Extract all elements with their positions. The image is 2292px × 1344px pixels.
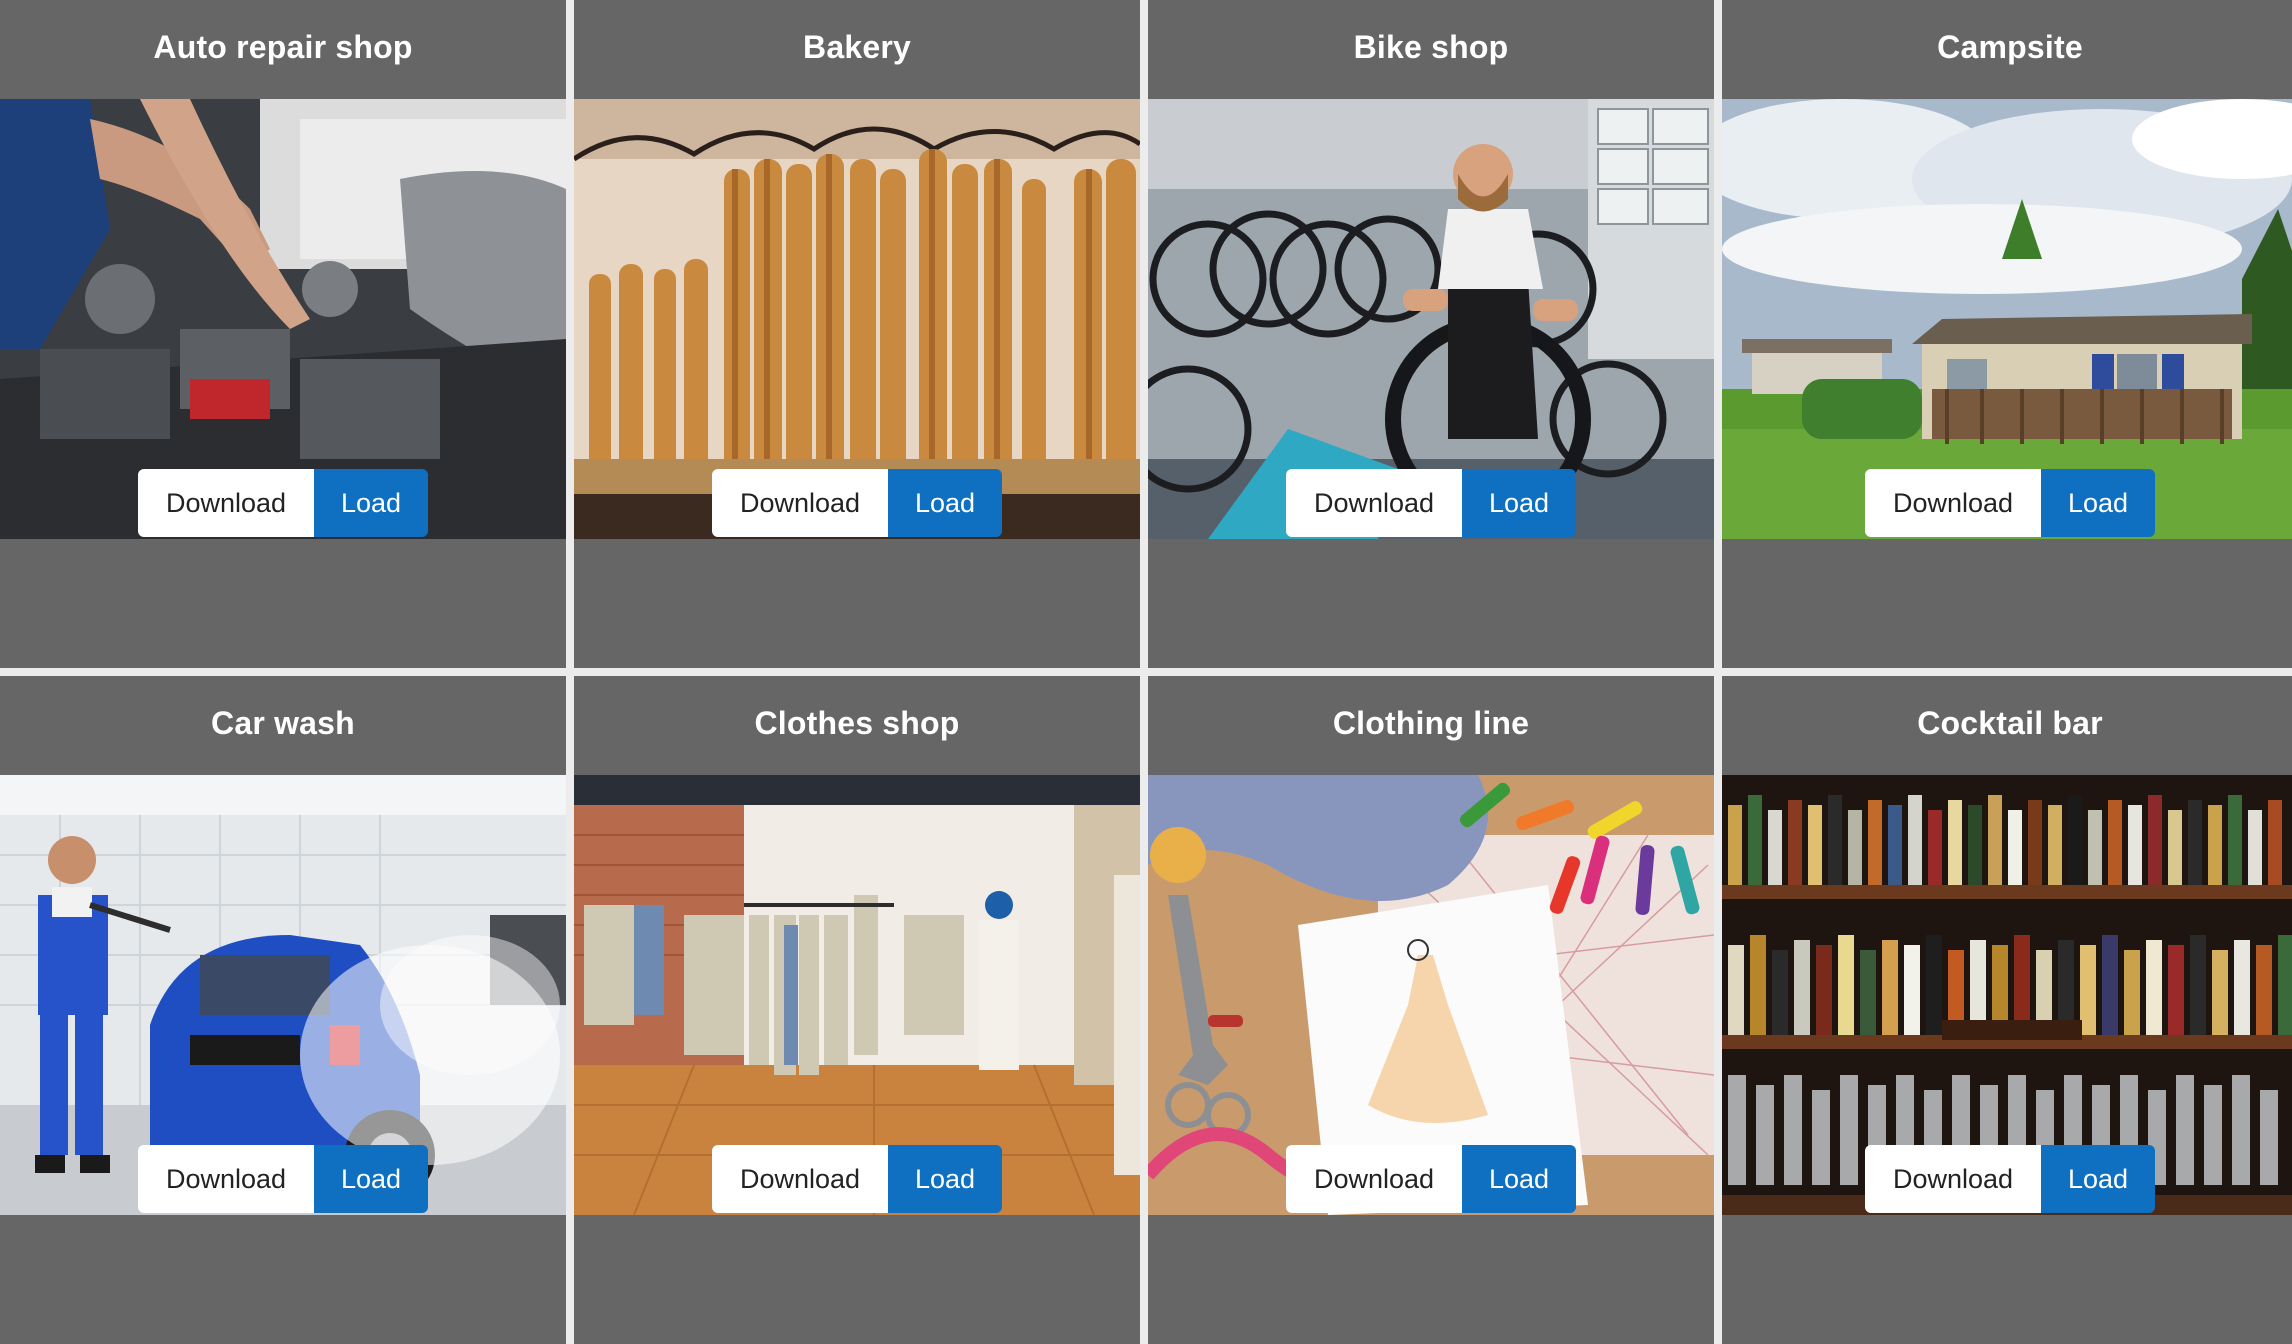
download-button[interactable]: Download [1286, 469, 1462, 537]
card-title: Cocktail bar [1917, 705, 2103, 741]
card-title: Bike shop [1353, 29, 1509, 65]
load-button[interactable]: Load [2041, 1145, 2155, 1213]
button-group: Download Load [0, 469, 566, 537]
card-title: Clothing line [1332, 705, 1530, 741]
button-group: Download Load [1148, 1145, 1714, 1213]
download-button[interactable]: Download [712, 1145, 888, 1213]
button-group: Download Load [574, 1145, 1140, 1213]
load-button[interactable]: Load [1462, 469, 1576, 537]
load-button[interactable]: Load [2041, 469, 2155, 537]
card-title: Car wash [211, 705, 355, 741]
download-button[interactable]: Download [138, 469, 314, 537]
card-campsite: Campsite Download Load [1722, 0, 2292, 668]
load-button[interactable]: Load [314, 1145, 428, 1213]
card-title: Campsite [1937, 29, 2083, 65]
load-button[interactable]: Load [1462, 1145, 1576, 1213]
download-button[interactable]: Download [712, 469, 888, 537]
button-group: Download Load [0, 1145, 566, 1213]
button-group: Download Load [1722, 469, 2292, 537]
card-bakery: Bakery Download Load [574, 0, 1140, 668]
card-title: Bakery [803, 29, 911, 65]
card-bike-shop: Bike shop Download Load [1148, 0, 1714, 668]
load-button[interactable]: Load [888, 469, 1002, 537]
template-grid: Auto repair shop Download Load Bakery Do… [0, 0, 2292, 1344]
download-button[interactable]: Download [138, 1145, 314, 1213]
card-auto-repair-shop: Auto repair shop Download Load [0, 0, 566, 668]
download-button[interactable]: Download [1865, 469, 2041, 537]
card-title: Clothes shop [754, 705, 960, 741]
button-group: Download Load [1148, 469, 1714, 537]
download-button[interactable]: Download [1286, 1145, 1462, 1213]
card-clothing-line: Clothing line Download Load [1148, 676, 1714, 1344]
load-button[interactable]: Load [314, 469, 428, 537]
card-cocktail-bar: Cocktail bar Download Load [1722, 676, 2292, 1344]
button-group: Download Load [1722, 1145, 2292, 1213]
card-car-wash: Car wash Download Load [0, 676, 566, 1344]
card-title: Auto repair shop [153, 29, 413, 65]
button-group: Download Load [574, 469, 1140, 537]
load-button[interactable]: Load [888, 1145, 1002, 1213]
download-button[interactable]: Download [1865, 1145, 2041, 1213]
card-clothes-shop: Clothes shop Download Load [574, 676, 1140, 1344]
